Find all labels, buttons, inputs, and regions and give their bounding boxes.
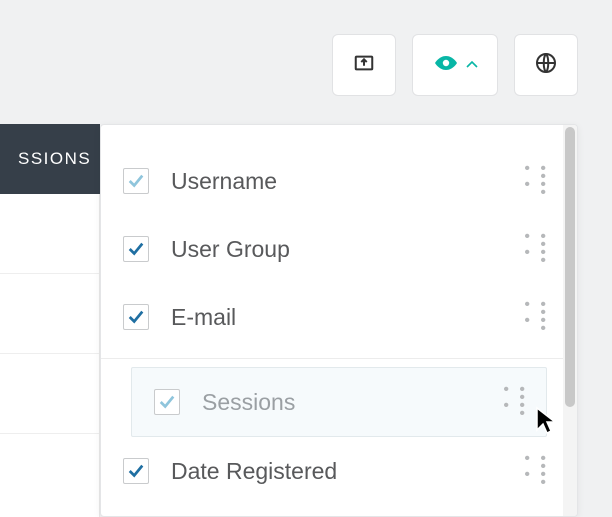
content-below-tabs (0, 194, 100, 517)
column-label: User Group (171, 236, 521, 263)
globe-icon (534, 51, 558, 80)
export-button[interactable] (332, 34, 396, 96)
checkbox[interactable] (123, 168, 149, 194)
column-label: E-mail (171, 304, 521, 331)
tab-label: SSIONS (18, 149, 91, 169)
toolbar (332, 34, 578, 96)
scrollbar-thumb[interactable] (565, 127, 575, 407)
visibility-button[interactable] (412, 34, 498, 96)
export-icon (353, 52, 375, 79)
eye-icon (432, 53, 460, 78)
list-item[interactable]: E-mail • • •• • • (101, 283, 577, 351)
tab-strip: SSIONS (0, 124, 100, 194)
drag-handle-icon[interactable]: • • •• • • (500, 386, 528, 418)
list-item[interactable]: Date Registered • • •• • • (101, 437, 577, 505)
column-label: Username (171, 168, 521, 195)
column-list: Username • • •• • • User Group • • •• • … (101, 125, 577, 505)
list-item-dragging[interactable]: Sessions • • •• • • (131, 367, 547, 437)
scrollbar[interactable] (563, 125, 577, 516)
list-item[interactable]: User Group • • •• • • (101, 215, 577, 283)
list-item[interactable]: Username • • •• • • (101, 147, 577, 215)
drag-handle-icon[interactable]: • • •• • • (521, 301, 549, 333)
globe-button[interactable] (514, 34, 578, 96)
checkbox[interactable] (123, 458, 149, 484)
column-label: Date Registered (171, 458, 521, 485)
column-visibility-panel: Username • • •• • • User Group • • •• • … (100, 124, 578, 517)
drag-handle-icon[interactable]: • • •• • • (521, 165, 549, 197)
drag-handle-icon[interactable]: • • •• • • (521, 455, 549, 487)
checkbox[interactable] (123, 236, 149, 262)
caret-up-icon (466, 56, 478, 74)
column-label: Sessions (202, 389, 500, 416)
checkbox[interactable] (123, 304, 149, 330)
checkbox[interactable] (154, 389, 180, 415)
tab-sessions[interactable]: SSIONS (0, 124, 100, 194)
drag-handle-icon[interactable]: • • •• • • (521, 233, 549, 265)
